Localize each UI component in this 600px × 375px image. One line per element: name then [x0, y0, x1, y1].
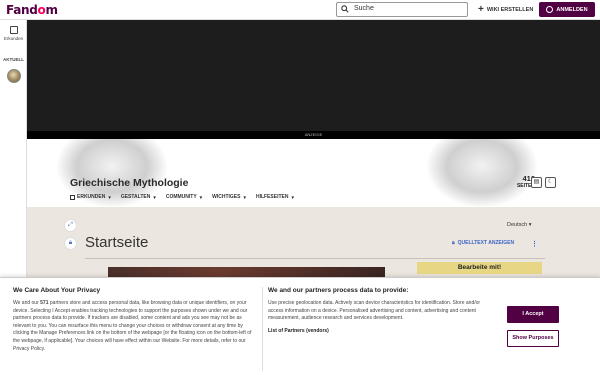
edit-box-heading: Bearbeite mit!: [417, 262, 542, 274]
lock-button[interactable]: 🔒︎: [64, 237, 77, 250]
ad-slot[interactable]: [27, 20, 600, 131]
consent-divider: [262, 287, 263, 371]
chevron-down-icon: ▾: [528, 222, 532, 228]
consent-left-column: We Care About Your Privacy We and our 57…: [13, 287, 257, 353]
chevron-down-icon: ▼: [107, 194, 112, 200]
ad-label: ANZEIGE: [27, 131, 600, 139]
wiki-nav-hilfeseiten[interactable]: HILFESEITEN ▼: [256, 194, 295, 200]
rail-explore-label: Erkunden: [3, 36, 24, 41]
header-statue-image-right: [427, 139, 537, 207]
create-wiki-button[interactable]: + WIKI ERSTELLEN: [478, 4, 533, 16]
chevron-down-icon: ▼: [242, 194, 247, 200]
user-icon: [546, 6, 554, 13]
moon-icon: ☾: [547, 179, 554, 185]
lock-icon: 🔒︎: [68, 240, 73, 246]
partners-count: 571: [40, 300, 49, 306]
login-label: ANMELDEN: [556, 6, 588, 13]
language-selector[interactable]: Deutsch ▾: [507, 222, 531, 228]
consent-purposes-title: We and our partners process data to prov…: [268, 287, 409, 294]
consent-title: We Care About Your Privacy: [13, 287, 101, 294]
wiki-nav-community[interactable]: COMMUNITY ▼: [166, 194, 203, 200]
theme-toggle-button[interactable]: ☾: [545, 177, 556, 188]
chevron-down-icon: ▼: [290, 194, 295, 200]
wiki-header: Griechische Mythologie ERKUNDEN ▼ GESTALT…: [27, 139, 600, 207]
rail-recent-label: AKTUELL: [3, 57, 24, 62]
activity-button[interactable]: ▤: [531, 177, 542, 188]
recent-wiki-avatar[interactable]: [7, 69, 21, 83]
explore-icon: [70, 194, 75, 200]
wiki-navigation: ERKUNDEN ▼ GESTALTEN ▼ COMMUNITY ▼ WICHTIGE…: [70, 194, 295, 200]
wiki-nav-explore[interactable]: ERKUNDEN ▼: [70, 194, 112, 200]
wiki-title[interactable]: Griechische Mythologie: [70, 177, 188, 189]
wiki-nav-gestalten[interactable]: GESTALTEN ▼: [121, 194, 157, 200]
consent-body: We and our 571 partners store and access…: [13, 300, 252, 352]
page-title: Startseite: [85, 234, 149, 251]
wiki-nav-wichtiges[interactable]: WICHTIGES ▼: [212, 194, 247, 200]
activity-icon: ▤: [533, 179, 540, 185]
plus-icon: +: [478, 4, 484, 15]
consent-purposes-body: Use precise geolocation data. Actively s…: [268, 300, 481, 322]
more-vertical-icon: ⋮: [531, 241, 538, 248]
explore-icon: [9, 26, 18, 34]
expand-icon: ⤢: [68, 222, 73, 228]
global-navigation: Fandom Suche + WIKI ERSTELLEN ANMELDEN: [0, 0, 600, 20]
rail-explore-button[interactable]: Erkunden: [0, 26, 27, 41]
chevron-down-icon: ▼: [152, 194, 157, 200]
view-source-button[interactable]: 🔒︎ QUELLTEXT ANZEIGEN: [452, 240, 514, 246]
login-button[interactable]: ANMELDEN: [539, 2, 595, 17]
accept-button[interactable]: I Accept: [507, 306, 559, 323]
lock-icon: 🔒︎: [452, 240, 455, 246]
more-actions-button[interactable]: ⋮: [531, 240, 538, 248]
title-divider: [85, 258, 545, 259]
search-input[interactable]: Suche: [336, 2, 468, 17]
partners-list-link[interactable]: List of Partners (vendors): [268, 328, 494, 334]
consent-right-column: We and our partners process data to prov…: [268, 287, 494, 334]
create-wiki-label: WIKI ERSTELLEN: [486, 7, 534, 13]
search-icon: [341, 5, 349, 13]
chevron-down-icon: ▼: [198, 194, 204, 200]
expand-button[interactable]: ⤢: [64, 219, 77, 232]
privacy-consent-banner: We Care About Your Privacy We and our 57…: [0, 277, 600, 375]
search-placeholder: Suche: [354, 5, 374, 12]
show-purposes-button[interactable]: Show Purposes: [507, 330, 559, 347]
fandom-logo[interactable]: Fandom: [6, 3, 58, 17]
